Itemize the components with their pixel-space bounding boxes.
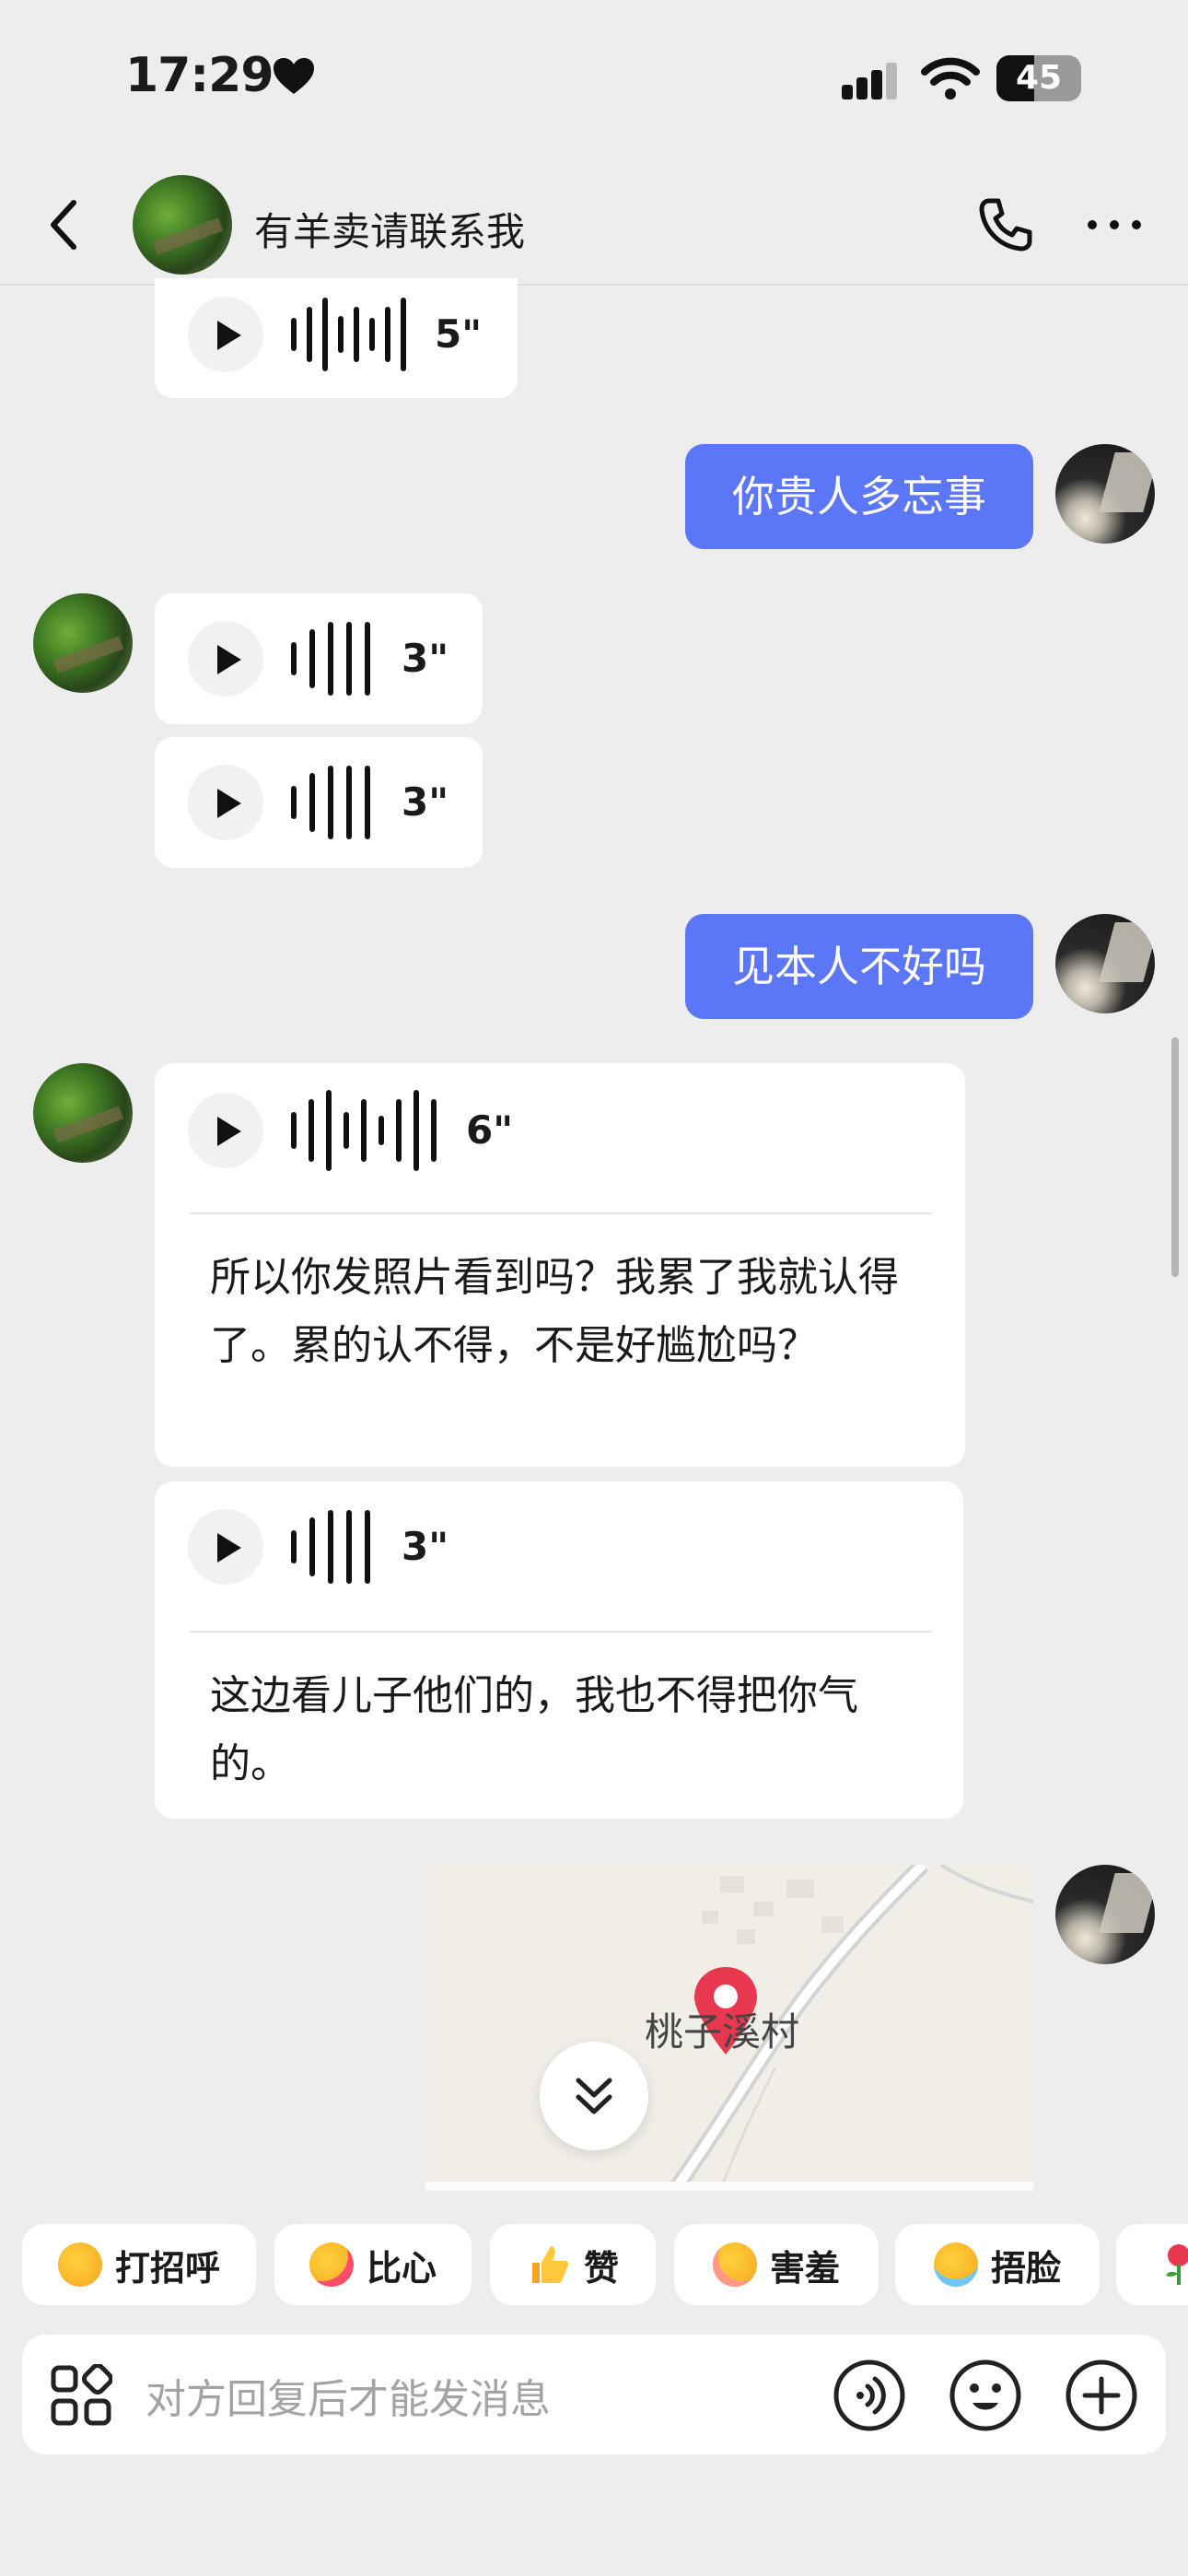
outgoing-text-message[interactable]: 你贵人多忘事 [685,444,1033,549]
message-input[interactable]: 对方回复后才能发消息 [146,2366,551,2425]
map-card-bottom-edge [425,2182,1033,2191]
greeting-emoji-icon [57,2242,102,2287]
quick-reply-label: 打招呼 [114,2247,220,2289]
plus-icon[interactable] [1065,2359,1138,2432]
more-options-icon[interactable] [1087,219,1142,230]
wifi-icon [921,57,980,100]
play-button[interactable] [188,1093,263,1168]
message-text: 你贵人多忘事 [732,472,986,521]
voice-duration: 5" [435,311,483,357]
voice-duration: 3" [402,1524,449,1569]
outgoing-text-message[interactable]: 见本人不好吗 [685,914,1033,1019]
facepalm-emoji-icon [933,2242,978,2287]
play-icon [217,321,241,350]
voice-message[interactable]: 5" [155,278,518,398]
quick-reply-heart-hands[interactable]: 比心 [274,2224,472,2305]
voice-duration: 3" [402,779,449,825]
scroll-to-bottom-button[interactable] [540,2042,648,2150]
quick-reply-thumbs-up[interactable]: 赞 [490,2224,656,2305]
my-avatar[interactable] [1055,1865,1155,1964]
quick-reply-rose[interactable] [1116,2224,1188,2305]
play-button[interactable] [188,765,263,840]
voice-transcript: 这边看儿子他们的，我也不得把你气的。 [210,1672,858,1787]
heart-icon [274,58,314,94]
play-icon [217,1533,241,1563]
waveform-icon [291,766,370,839]
quick-reply-label: 捂脸 [990,2247,1061,2289]
contact-avatar[interactable] [33,1063,133,1163]
play-button[interactable] [188,621,263,697]
emoji-icon[interactable] [949,2359,1022,2432]
quick-reply-facepalm[interactable]: 捂脸 [895,2224,1100,2305]
heart-hands-emoji-icon [309,2242,354,2287]
back-arrow-icon[interactable] [46,197,83,252]
contact-avatar[interactable] [33,593,133,693]
battery-percentage: 45 [1015,59,1063,97]
voice-message-with-transcript[interactable]: 6" 所以你发照片看到吗？我累了我就认得了。累的认不得，不是好尴尬吗？ [155,1063,965,1467]
waveform-icon [291,622,370,696]
voice-transcript: 所以你发照片看到吗？我累了我就认得了。累的认不得，不是好尴尬吗？ [210,1254,899,1369]
rose-emoji-icon [1166,2244,1188,2285]
quick-reply-label: 赞 [583,2247,619,2289]
apps-grid-icon[interactable] [50,2364,112,2427]
divider [190,1212,932,1214]
quick-reply-label: 比心 [366,2247,437,2289]
voice-message[interactable]: 3" [155,737,483,868]
quick-reply-label: 害羞 [769,2247,840,2289]
play-button[interactable] [188,297,263,372]
voice-input-icon[interactable] [833,2359,906,2432]
quick-reply-greeting[interactable]: 打招呼 [22,2224,256,2305]
quick-reply-shy[interactable]: 害羞 [674,2224,879,2305]
voice-message-with-transcript[interactable]: 3" 这边看儿子他们的，我也不得把你气的。 [155,1481,963,1819]
double-chevron-down-icon [576,2078,612,2114]
play-button[interactable] [188,1509,263,1585]
map-place-label: 桃子溪村 [645,2009,800,2055]
battery-icon: 45 [996,55,1081,101]
contact-avatar[interactable] [133,175,232,275]
play-icon [217,1117,241,1146]
my-avatar[interactable] [1055,914,1155,1013]
play-icon [217,789,241,818]
cellular-signal-icon [842,63,897,100]
waveform-icon [291,1510,370,1584]
waveform-icon [291,298,406,371]
shy-emoji-icon [712,2242,757,2287]
status-time: 17:29 [125,48,274,103]
contact-name[interactable]: 有羊卖请联系我 [254,201,525,257]
divider [190,1631,932,1633]
play-icon [217,645,241,674]
scrollbar-thumb[interactable] [1171,1037,1179,1277]
battery-cap [1076,70,1081,87]
phone-call-icon[interactable] [976,195,1035,254]
thumbs-up-emoji-icon [531,2246,569,2283]
voice-message[interactable]: 3" [155,593,483,724]
message-text: 见本人不好吗 [732,942,986,991]
voice-duration: 6" [466,1107,514,1153]
waveform-icon [291,1090,437,1171]
voice-duration: 3" [402,636,449,681]
my-avatar[interactable] [1055,444,1155,544]
